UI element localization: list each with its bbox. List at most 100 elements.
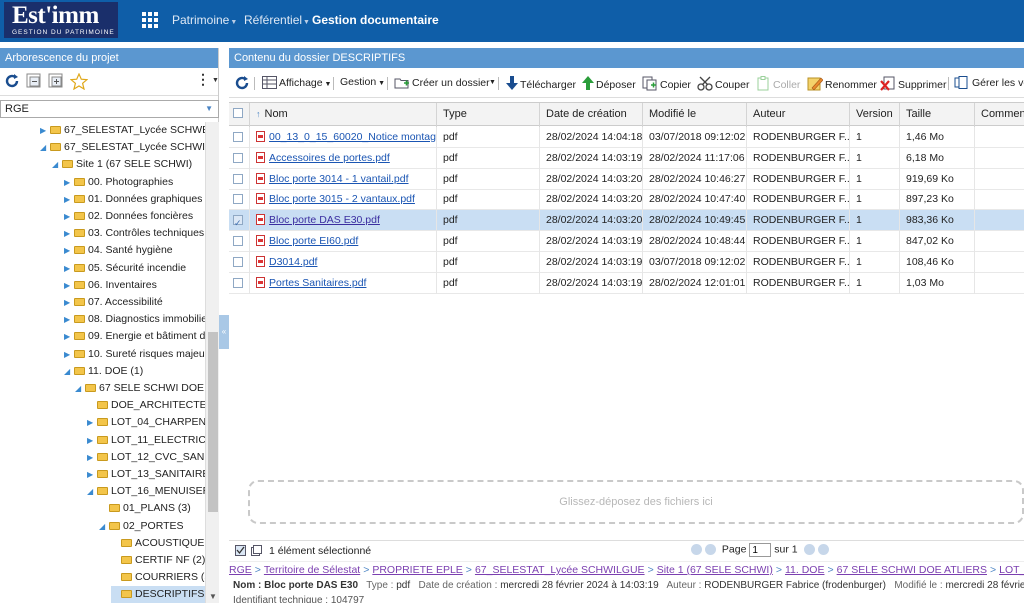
column-header-modifie[interactable]: Modifié le xyxy=(643,103,747,127)
tree-node[interactable]: ▶ LOT_12_CVC_SANICH xyxy=(87,449,205,466)
breadcrumb-link[interactable]: 67 SELE SCHWI DOE ATLIERS xyxy=(837,564,987,576)
nav-patrimoine[interactable]: Patrimoine▼ xyxy=(172,13,237,27)
table-row[interactable]: Bloc porte EI60.pdf pdf 28/02/2024 14:03:1… xyxy=(229,231,1024,252)
collapse-arrow-icon[interactable]: ◢ xyxy=(87,483,97,500)
tree-node[interactable]: ▶ 09. Energie et bâtiment durab xyxy=(64,328,205,345)
tree-node[interactable]: DOE_ARCHITECTE (21 xyxy=(87,397,205,414)
prev-page-icon[interactable] xyxy=(705,543,716,555)
expand-arrow-icon[interactable]: ▶ xyxy=(64,311,74,328)
tree-node[interactable]: ▶ 67_SELESTAT_Lycée SCHWEISG xyxy=(40,122,205,139)
breadcrumb-link[interactable]: Territoire de Sélestat xyxy=(264,564,360,576)
more-menu-icon[interactable]: ⋮ ▼ xyxy=(196,71,219,88)
expand-arrow-icon[interactable]: ▶ xyxy=(87,414,97,431)
tree-node[interactable]: ▶ LOT_04_CHARPENTE_ xyxy=(87,414,205,431)
column-header-creation[interactable]: Date de création xyxy=(540,103,643,127)
file-link[interactable]: Accessoires de portes.pdf xyxy=(269,152,390,164)
column-header-type[interactable]: Type xyxy=(437,103,540,127)
breadcrumb-link[interactable]: LOT_16_MENUISE xyxy=(999,564,1024,576)
last-page-icon[interactable] xyxy=(817,543,829,555)
column-header-auteur[interactable]: Auteur xyxy=(747,103,850,127)
project-selector[interactable]: RGE ▼ xyxy=(0,100,219,118)
nav-gestion-documentaire[interactable]: Gestion documentaire xyxy=(312,13,439,27)
expand-arrow-icon[interactable]: ▶ xyxy=(64,328,74,345)
tree-node[interactable]: ▶ 10. Sureté risques majeurs + xyxy=(64,346,205,363)
breadcrumb-link[interactable]: 11. DOE xyxy=(785,564,825,576)
tree-node[interactable]: ▶ 00. Photographies xyxy=(64,174,173,191)
tree-node[interactable]: ◢ 02_PORTES xyxy=(99,518,184,535)
table-row[interactable]: Portes Sanitaires.pdf pdf 28/02/2024 14:03… xyxy=(229,272,1024,294)
expand-arrow-icon[interactable]: ▶ xyxy=(87,432,97,449)
row-checkbox[interactable] xyxy=(233,277,243,288)
tree-node[interactable]: ◢ Site 1 (67 SELE SCHWI) xyxy=(52,156,192,173)
delete-button[interactable]: Supprimer xyxy=(880,76,946,91)
tree-node[interactable]: ▶ LOT_13_SANITAIRE_L xyxy=(87,466,205,483)
expand-arrow-icon[interactable]: ▶ xyxy=(64,260,74,277)
tree-node[interactable]: ▶ LOT_11_ELECTRICITE_ xyxy=(87,432,205,449)
file-link[interactable]: Portes Sanitaires.pdf xyxy=(269,277,366,289)
row-checkbox[interactable] xyxy=(233,256,243,267)
file-link[interactable]: Bloc porte EI60.pdf xyxy=(269,235,358,247)
tree-node[interactable]: 01_PLANS (3) xyxy=(99,500,191,517)
row-checkbox[interactable] xyxy=(233,236,243,246)
table-row[interactable]: D3014.pdf pdf 28/02/2024 14:03:19 03/07/201… xyxy=(229,251,1024,273)
table-row[interactable]: Bloc porte DAS E30.pdf pdf28/02/2024 14:0… xyxy=(229,210,1024,232)
breadcrumb-link[interactable]: 67_SELESTAT_Lycée SCHWILGUE xyxy=(475,564,645,576)
file-link[interactable]: D3014.pdf xyxy=(269,256,317,268)
expand-arrow-icon[interactable]: ▶ xyxy=(64,208,74,225)
row-checkbox[interactable] xyxy=(233,152,243,163)
select-all-status-icon[interactable] xyxy=(235,545,246,556)
paste-button[interactable]: Coller xyxy=(757,76,800,91)
tree-node[interactable]: ▶ 01. Données graphiques xyxy=(64,191,202,208)
file-link[interactable]: Bloc porte 3014 - 1 vantail.pdf xyxy=(269,173,409,185)
breadcrumb-link[interactable]: PROPRIETE EPLE xyxy=(372,564,462,576)
column-header-commentaire[interactable]: Commen xyxy=(975,103,1024,127)
scrollbar-thumb[interactable] xyxy=(208,332,218,512)
table-row[interactable]: Bloc porte 3015 - 2 vantaux.pdf pdf 28/02/… xyxy=(229,189,1024,211)
tree-node[interactable]: ▶ 05. Sécurité incendie xyxy=(64,260,186,277)
expand-all-icon[interactable] xyxy=(48,73,64,89)
app-logo[interactable]: Est'imm GESTION DU PATRIMOINE xyxy=(4,2,118,38)
select-all-checkbox[interactable] xyxy=(233,108,243,118)
next-page-icon[interactable] xyxy=(803,543,815,555)
row-checkbox[interactable] xyxy=(233,194,243,205)
table-row[interactable]: Accessoires de portes.pdf pdf 28/02/2024 1… xyxy=(229,147,1024,169)
collapse-arrow-icon[interactable]: ◢ xyxy=(64,363,74,380)
manage-versions-button[interactable]: Gérer les ve xyxy=(954,76,1024,89)
refresh-icon[interactable] xyxy=(234,75,250,91)
tree-node[interactable]: COURRIERS (5) xyxy=(111,569,205,586)
file-link[interactable]: Bloc porte 3015 - 2 vantaux.pdf xyxy=(269,193,415,205)
tree-node[interactable]: ACOUSTIQUE (3) xyxy=(111,535,205,552)
row-checkbox[interactable] xyxy=(233,173,243,184)
nav-referentiel[interactable]: Référentiel▼ xyxy=(244,13,310,27)
tree-node[interactable]: ▶ 07. Accessibilité xyxy=(64,294,163,311)
expand-arrow-icon[interactable]: ▶ xyxy=(64,174,74,191)
gestion-menu[interactable]: Gestion ▼ xyxy=(340,76,385,88)
expand-arrow-icon[interactable]: ▶ xyxy=(64,225,74,242)
expand-arrow-icon[interactable]: ▶ xyxy=(40,122,50,139)
tree-node[interactable]: DESCRIPTIFS (8) xyxy=(111,586,205,603)
favorite-star-icon[interactable] xyxy=(70,73,88,90)
tree-scrollbar[interactable]: ▼ xyxy=(205,122,219,603)
tree-node[interactable]: ◢ 11. DOE (1) xyxy=(64,363,143,380)
table-row[interactable]: 00_13_0_15_60020_Notice montage D...pdf2… xyxy=(229,127,1024,148)
apps-grid-icon[interactable] xyxy=(142,12,158,28)
scroll-down-icon[interactable]: ▼ xyxy=(209,592,217,601)
download-button[interactable]: Télécharger xyxy=(506,76,576,91)
tree-node[interactable]: CERTIF NF (2) xyxy=(111,552,205,569)
file-link[interactable]: 00_13_0_15_60020_Notice montage D... xyxy=(269,131,436,143)
refresh-icon[interactable] xyxy=(4,73,20,89)
column-header-taille[interactable]: Taille xyxy=(900,103,975,127)
collapse-panel-handle[interactable]: « xyxy=(219,315,229,349)
expand-arrow-icon[interactable]: ▶ xyxy=(87,449,97,466)
collapse-arrow-icon[interactable]: ◢ xyxy=(75,380,85,397)
deselect-status-icon[interactable] xyxy=(251,545,262,556)
expand-arrow-icon[interactable]: ▶ xyxy=(64,191,74,208)
breadcrumb-link[interactable]: Site 1 (67 SELE SCHWI) xyxy=(657,564,773,576)
copy-button[interactable]: Copier xyxy=(642,76,691,91)
expand-arrow-icon[interactable]: ▶ xyxy=(64,277,74,294)
cut-button[interactable]: Couper xyxy=(697,76,749,91)
expand-arrow-icon[interactable]: ▶ xyxy=(64,294,74,311)
affichage-menu[interactable]: Affichage ▼ xyxy=(262,76,331,89)
column-header-version[interactable]: Version xyxy=(850,103,900,127)
create-folder-dropdown[interactable]: ▼ xyxy=(489,79,496,86)
